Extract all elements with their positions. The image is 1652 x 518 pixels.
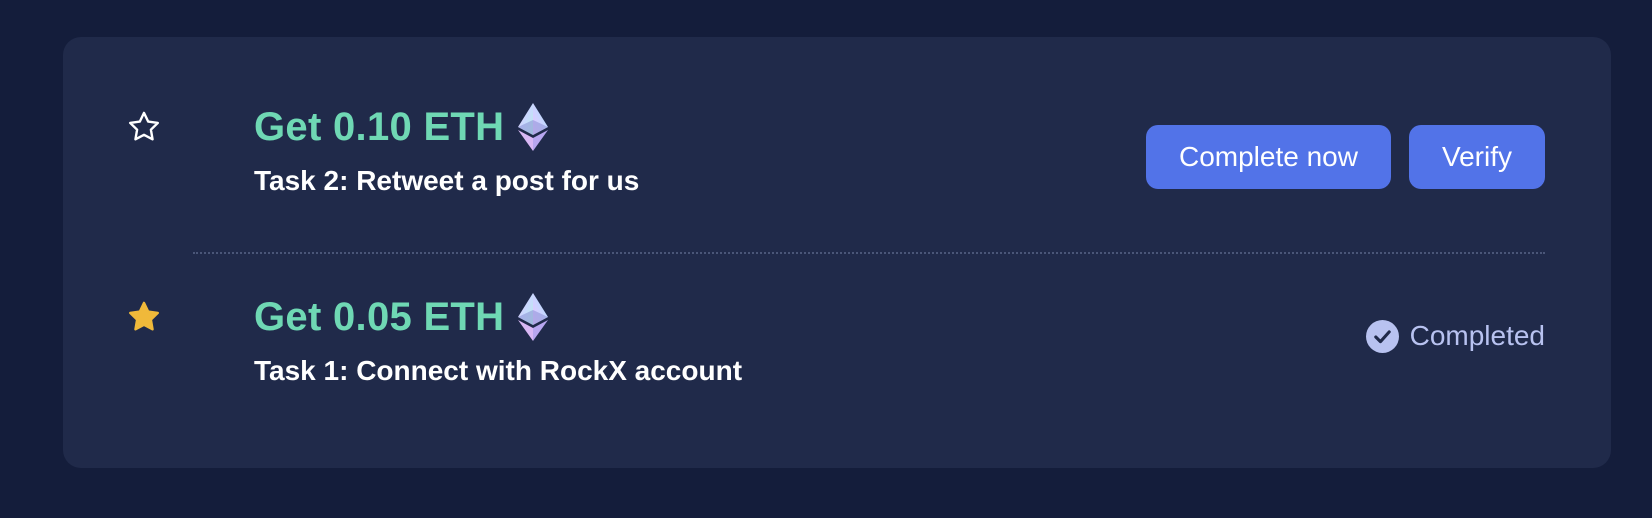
task-title: Task 2: Retweet a post for us — [254, 165, 640, 196]
ethereum-icon — [518, 293, 549, 341]
task-item-connect-rockx: Get 0.05 ETH Task 1: Connect with RockX … — [126, 287, 1545, 417]
divider — [193, 252, 1545, 254]
tasks-card: Get 0.10 ETH Task 2: Retweet a post for … — [63, 37, 1611, 468]
complete-now-button[interactable]: Complete now — [1145, 125, 1391, 189]
status-text: Completed — [1409, 320, 1545, 351]
ethereum-icon — [518, 103, 549, 151]
reward-amount: Get 0.10 ETH — [254, 97, 550, 157]
reward-text: Get 0.05 ETH — [254, 294, 505, 339]
status-badge: Completed — [1365, 316, 1545, 356]
check-circle-icon — [1365, 319, 1399, 353]
star-outline-icon — [129, 111, 159, 141]
task-item-retweet: Get 0.10 ETH Task 2: Retweet a post for … — [126, 97, 1545, 227]
task-title: Task 1: Connect with RockX account — [254, 355, 743, 386]
reward-amount: Get 0.05 ETH — [254, 287, 550, 347]
reward-text: Get 0.10 ETH — [254, 104, 505, 149]
task-actions: Complete now Verify — [1145, 125, 1545, 189]
verify-button[interactable]: Verify — [1408, 125, 1545, 189]
star-filled-icon — [129, 301, 159, 331]
